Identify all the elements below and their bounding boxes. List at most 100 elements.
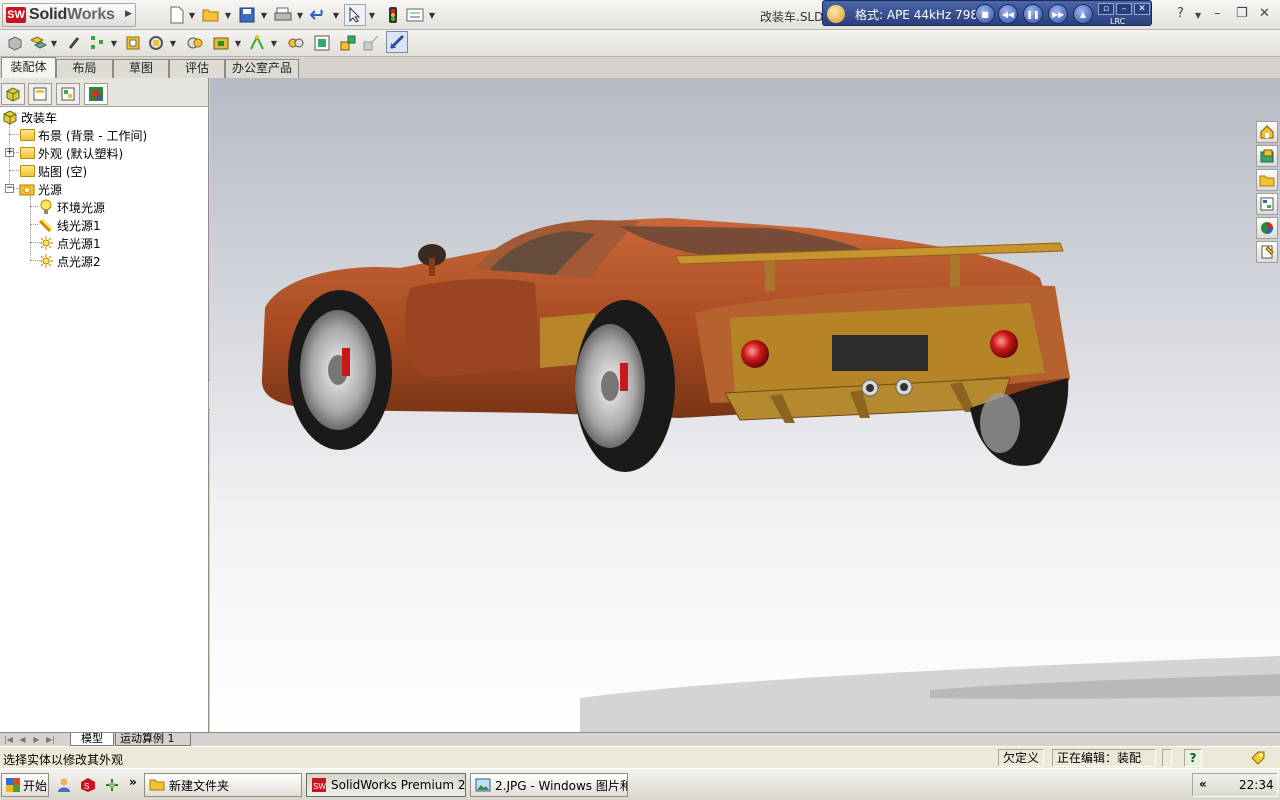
linear-pattern-icon[interactable] [86, 32, 108, 54]
player-pause-button[interactable]: ❚❚ [1023, 4, 1043, 24]
appearances-scenes-icon[interactable] [1256, 217, 1278, 239]
undo-dropdown-arrow-icon[interactable]: ▼ [332, 4, 340, 26]
refgeom-dropdown-arrow-icon[interactable]: ▼ [270, 32, 278, 54]
move-dropdown-arrow-icon[interactable]: ▼ [169, 32, 177, 54]
help-dropdown-arrow-icon[interactable]: ▼ [1195, 11, 1201, 20]
close-window-button[interactable]: ✕ [1259, 6, 1270, 21]
tab-layout[interactable]: 布局 [56, 59, 113, 78]
player-lrc-label[interactable]: LRC [1110, 17, 1125, 26]
exploded-view-icon[interactable] [337, 32, 359, 54]
player-minimize-button[interactable]: – [1116, 3, 1132, 15]
tab-sketch[interactable]: 草图 [113, 59, 169, 78]
last-tab-arrow-icon[interactable]: ▶| [45, 734, 56, 745]
undo-icon[interactable] [308, 4, 330, 26]
tab-evaluate[interactable]: 评估 [169, 59, 225, 78]
mate-icon[interactable] [27, 32, 49, 54]
flyout-arrow-icon[interactable]: ▶ [125, 9, 133, 23]
quicklaunch-network-icon[interactable] [104, 777, 120, 793]
rebuild-tag-icon[interactable] [1250, 750, 1266, 766]
open-dropdown-arrow-icon[interactable]: ▼ [224, 4, 232, 26]
save-dropdown-arrow-icon[interactable]: ▼ [260, 4, 268, 26]
design-library-icon[interactable] [1256, 145, 1278, 167]
taskbar-item-new-folder[interactable]: 新建文件夹 [144, 773, 302, 797]
print-icon[interactable] [272, 4, 294, 26]
start-button[interactable]: 开始 [1, 773, 49, 797]
first-tab-arrow-icon[interactable]: |◀ [3, 734, 14, 745]
mate-dropdown-arrow-icon[interactable]: ▼ [50, 32, 58, 54]
taskbar-item-picture-viewer[interactable]: 2.JPG - Windows 图片和... [470, 773, 628, 797]
tree-item-directional-light[interactable]: 线光源1 [38, 216, 101, 234]
media-player-bar[interactable]: 格式: APE 44kHz 798K ■ ◀◀ ❚❚ ▶▶ ▲ ▫ – ✕ LR… [822, 0, 1152, 26]
feature-manager-tree-icon[interactable] [1, 83, 25, 105]
tree-item-appearances[interactable]: 外观 (默认塑料) [19, 144, 123, 162]
help-icon[interactable]: ? [1184, 749, 1202, 767]
solidworks-resources-home-icon[interactable] [1256, 121, 1278, 143]
rotate-component-icon[interactable] [145, 32, 167, 54]
player-close-button[interactable]: ✕ [1134, 3, 1150, 15]
tree-item-point-light-1[interactable]: 点光源1 [38, 234, 101, 252]
tray-expand-chevron-icon[interactable]: « [1199, 777, 1207, 791]
tree-item-ambient-light[interactable]: 环境光源 [38, 198, 105, 216]
instant3d-icon[interactable] [386, 31, 408, 53]
property-manager-icon[interactable] [28, 83, 52, 105]
minimize-window-button[interactable]: – [1214, 6, 1221, 21]
player-stop-button[interactable]: ■ [975, 4, 995, 24]
new-motion-study-icon[interactable] [285, 32, 307, 54]
features-dropdown-arrow-icon[interactable]: ▼ [234, 32, 242, 54]
tree-item-label: 点光源1 [57, 236, 101, 251]
taskbar-item-solidworks[interactable]: SW SolidWorks Premium 200... [306, 773, 466, 797]
bill-of-materials-icon[interactable] [311, 32, 333, 54]
collapse-toggle-icon[interactable]: − [5, 184, 14, 193]
move-component-icon[interactable] [122, 32, 144, 54]
tree-item-point-light-2[interactable]: 点光源2 [38, 252, 101, 270]
new-document-icon[interactable] [166, 4, 188, 26]
restore-window-button[interactable]: ❐ [1236, 6, 1248, 21]
explode-line-sketch-icon[interactable] [360, 32, 382, 54]
tree-item-decals[interactable]: 贴图 (空) [19, 162, 87, 180]
display-manager-icon[interactable] [84, 83, 108, 105]
tree-item-scene[interactable]: 布景 (背景 - 工作间) [19, 126, 147, 144]
player-avatar-icon[interactable] [827, 5, 845, 23]
solidworks-logo-menu[interactable]: SW SolidWorks ▶ [2, 3, 136, 27]
player-eject-button[interactable]: ▲ [1073, 4, 1093, 24]
clock[interactable]: 22:34 [1239, 778, 1274, 792]
expand-toggle-icon[interactable]: + [5, 148, 14, 157]
previous-tab-arrow-icon[interactable]: ◀ [17, 734, 28, 745]
select-dropdown-arrow-icon[interactable]: ▼ [368, 4, 376, 26]
player-next-button[interactable]: ▶▶ [1048, 4, 1068, 24]
status-editing: 正在编辑：装配体 [1052, 749, 1156, 781]
print-dropdown-arrow-icon[interactable]: ▼ [296, 4, 304, 26]
player-previous-button[interactable]: ◀◀ [998, 4, 1018, 24]
new-dropdown-arrow-icon[interactable]: ▼ [188, 4, 196, 26]
view-palette-icon[interactable] [1256, 193, 1278, 215]
insert-component-icon[interactable] [4, 32, 26, 54]
next-tab-arrow-icon[interactable]: ▶ [31, 734, 42, 745]
tab-office-products[interactable]: 办公室产品 [225, 59, 299, 78]
tree-root-item[interactable]: 改装车 [2, 108, 57, 126]
options-dropdown-arrow-icon[interactable]: ▼ [428, 4, 436, 26]
rebuild-traffic-light-icon[interactable] [382, 4, 404, 26]
quicklaunch-more-chevron-icon[interactable]: » [129, 775, 137, 789]
car-model-render[interactable] [210, 78, 1280, 732]
tree-item-lights[interactable]: 光源 [19, 180, 62, 198]
paperclip-icon[interactable] [63, 32, 85, 54]
graphics-viewport[interactable] [210, 78, 1280, 732]
open-folder-icon[interactable] [200, 4, 222, 26]
save-disk-icon[interactable] [236, 4, 258, 26]
custom-properties-icon[interactable] [1256, 241, 1278, 263]
quicklaunch-user-icon[interactable] [56, 777, 72, 793]
help-icon[interactable]: ? [1177, 6, 1184, 21]
pattern-dropdown-arrow-icon[interactable]: ▼ [110, 32, 118, 54]
quicklaunch-solidworks-icon[interactable]: S [80, 777, 96, 793]
player-mini-button[interactable]: ▫ [1098, 3, 1114, 15]
select-pointer-icon[interactable] [344, 4, 366, 26]
tab-model[interactable]: 模型 [70, 733, 114, 746]
tab-assembly[interactable]: 装配体 [1, 57, 56, 78]
reference-geometry-icon[interactable] [246, 32, 268, 54]
configuration-manager-icon[interactable] [56, 83, 80, 105]
file-explorer-folder-icon[interactable] [1256, 169, 1278, 191]
assembly-features-icon[interactable] [210, 32, 232, 54]
smart-fasteners-icon[interactable] [184, 32, 206, 54]
options-icon[interactable] [404, 4, 426, 26]
tab-motion-study-1[interactable]: 运动算例 1 [115, 733, 191, 746]
